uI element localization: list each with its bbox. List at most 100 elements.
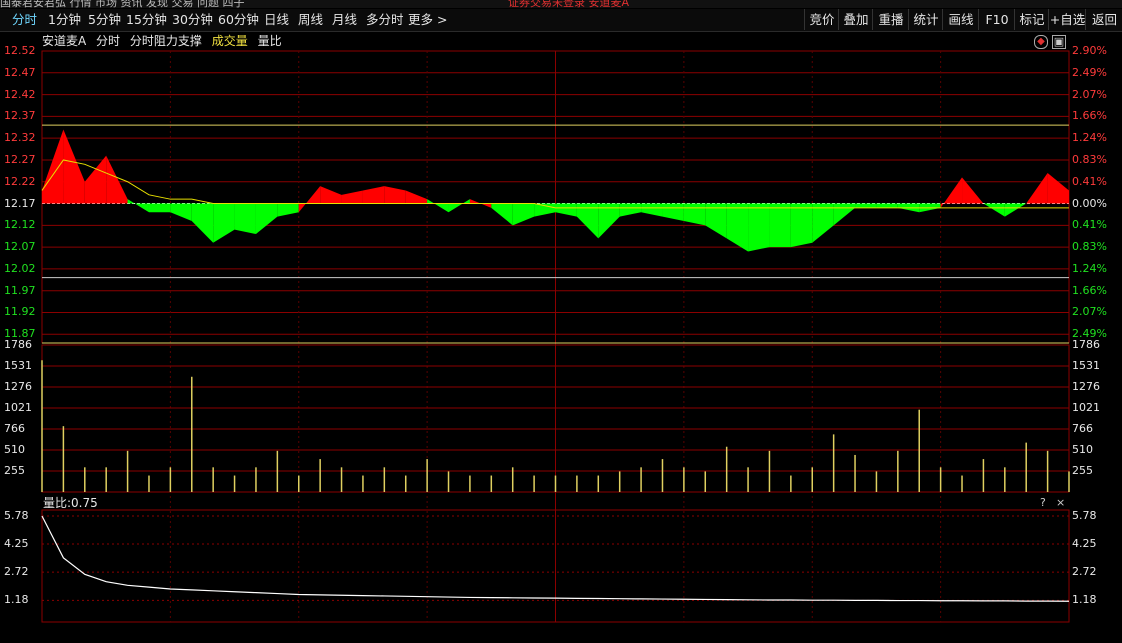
- ratio-tick-label: 4.25: [4, 537, 29, 551]
- price-area-up: [298, 186, 321, 213]
- price-tick-label: 12.52: [4, 44, 36, 57]
- volume-tick-label: 1021: [4, 400, 32, 414]
- price-area-down: [641, 203, 663, 217]
- top-menu-strip: 国泰君安君弘 行情 市场 资讯 发现 交易 问题 四子 证券交易未登录 安道麦A: [0, 0, 1122, 8]
- ratio-tick-label: 1.18: [1072, 593, 1097, 607]
- price-area-down: [726, 203, 749, 252]
- price-area-down: [234, 203, 256, 235]
- volume-tick-label: 766: [4, 421, 25, 435]
- price-area-down: [790, 203, 813, 248]
- toolbar-button-4[interactable]: 画线: [942, 9, 979, 30]
- pct-tick-label: 0.41%: [1072, 218, 1107, 232]
- volume-tick-label: 1276: [1072, 379, 1100, 393]
- price-area-down: [191, 203, 214, 243]
- price-area-down: [148, 203, 171, 213]
- tab-7[interactable]: 周线: [298, 9, 323, 30]
- help-icon[interactable]: ?: [1040, 496, 1046, 509]
- settings-icon[interactable]: ◆: [1034, 35, 1048, 49]
- price-area-down: [748, 203, 770, 252]
- tab-3[interactable]: 15分钟: [126, 9, 167, 30]
- pct-tick-label: 2.90%: [1072, 44, 1107, 57]
- toolbar-button-8[interactable]: 返回: [1085, 9, 1122, 30]
- toolbar-button-2[interactable]: 重播: [872, 9, 909, 30]
- toolbar-button-5[interactable]: F10: [978, 9, 1015, 30]
- expand-icon[interactable]: ▣: [1052, 35, 1066, 49]
- price-area-up: [384, 186, 406, 204]
- price-panel-frame: [41, 50, 1070, 344]
- volume-tick-label: 1531: [1072, 358, 1100, 372]
- price-panel-header: 安道麦A 分时 分时阻力支撑 成交量 量比: [42, 33, 288, 49]
- toolbar-button-0[interactable]: 竞价: [804, 9, 839, 30]
- title-item-resistance: 分时阻力支撑: [129, 34, 202, 48]
- tab-1[interactable]: 1分钟: [48, 9, 81, 30]
- tab-9[interactable]: 多分时: [366, 9, 404, 30]
- trade-notice: 证券交易未登录 安道麦A: [507, 0, 630, 8]
- chart-canvas: [41, 50, 1070, 623]
- tab-10[interactable]: 更多 >: [408, 9, 447, 30]
- price-area-down: [213, 203, 235, 243]
- price-tick-label: 12.27: [4, 152, 36, 166]
- avg-price-line: [41, 159, 1069, 209]
- tab-6[interactable]: 日线: [264, 9, 289, 30]
- pct-tick-label: 2.49%: [1072, 65, 1107, 79]
- price-area-down: [170, 203, 192, 221]
- title-item-timeshare: 分时: [96, 34, 121, 48]
- pct-tick-label: 1.66%: [1072, 109, 1107, 123]
- ratio-label: 量比: [257, 34, 282, 48]
- price-area-down: [512, 203, 535, 226]
- toolbar-button-7[interactable]: +自选: [1048, 9, 1086, 30]
- ratio-panel-frame: [41, 509, 1070, 623]
- tab-4[interactable]: 30分钟: [172, 9, 213, 30]
- price-area-down: [576, 203, 599, 239]
- price-area-down: [919, 203, 941, 213]
- ratio-tick-label: 2.72: [4, 565, 29, 579]
- price-tick-label: 12.17: [4, 196, 36, 210]
- price-area-down: [555, 203, 577, 217]
- price-area-down: [983, 203, 1005, 217]
- price-area-up: [362, 186, 385, 204]
- price-area-down: [598, 203, 620, 239]
- pct-tick-label: 1.66%: [1072, 283, 1107, 297]
- price-area-down: [769, 203, 791, 248]
- price-area-down: [705, 203, 727, 239]
- ratio-tick-label: 4.25: [1072, 537, 1097, 551]
- price-tick-label: 12.47: [4, 65, 36, 79]
- period-toolbar: 分时 1分钟 5分钟 15分钟 30分钟 60分钟 日线 周线 月线 多分时 更多 > 竞价 叠加 重播统…: [0, 9, 1122, 32]
- stock-name: 安道麦A: [42, 34, 87, 48]
- price-tick-label: 12.22: [4, 174, 36, 188]
- close-icon[interactable]: ×: [1056, 496, 1065, 509]
- volume-tick-label: 1786: [4, 338, 32, 351]
- volume-tick-label: 255: [4, 464, 25, 477]
- price-area-up: [42, 129, 64, 204]
- price-area-up: [405, 190, 428, 204]
- tab-2[interactable]: 5分钟: [88, 9, 121, 30]
- price-area-up: [341, 190, 363, 204]
- ratio-tick-label: 5.78: [1072, 509, 1097, 522]
- price-tick-label: 12.02: [4, 261, 36, 275]
- price-area-down: [1004, 203, 1027, 217]
- pct-tick-label: 1.24%: [1072, 131, 1107, 145]
- toolbar-button-1[interactable]: 叠加: [838, 9, 873, 30]
- tab-5[interactable]: 60分钟: [218, 9, 259, 30]
- price-area-up: [940, 177, 963, 208]
- toolbar-button-6[interactable]: 标记: [1014, 9, 1049, 30]
- ratio-tick-label: 2.72: [1072, 565, 1097, 579]
- pct-tick-label: 2.07%: [1072, 87, 1107, 101]
- ratio-tick-label: 5.78: [4, 509, 29, 522]
- price-area-down: [534, 203, 556, 217]
- price-area-down: [448, 199, 470, 213]
- price-tick-label: 12.37: [4, 109, 36, 123]
- tab-8[interactable]: 月线: [332, 9, 357, 30]
- volume-ratio-line: [41, 515, 1070, 602]
- price-area-down: [812, 203, 834, 243]
- price-area-up: [84, 155, 107, 204]
- tab-0[interactable]: 分时: [12, 9, 37, 30]
- volume-tick-label: 1276: [4, 379, 32, 393]
- price-area-up: [469, 199, 492, 208]
- price-area-down: [662, 203, 684, 221]
- pct-tick-label: 0.00%: [1072, 196, 1107, 210]
- volume-tick-label: 510: [4, 443, 25, 457]
- price-tick-label: 12.32: [4, 131, 36, 145]
- price-area-down: [255, 203, 278, 235]
- toolbar-button-3[interactable]: 统计: [908, 9, 943, 30]
